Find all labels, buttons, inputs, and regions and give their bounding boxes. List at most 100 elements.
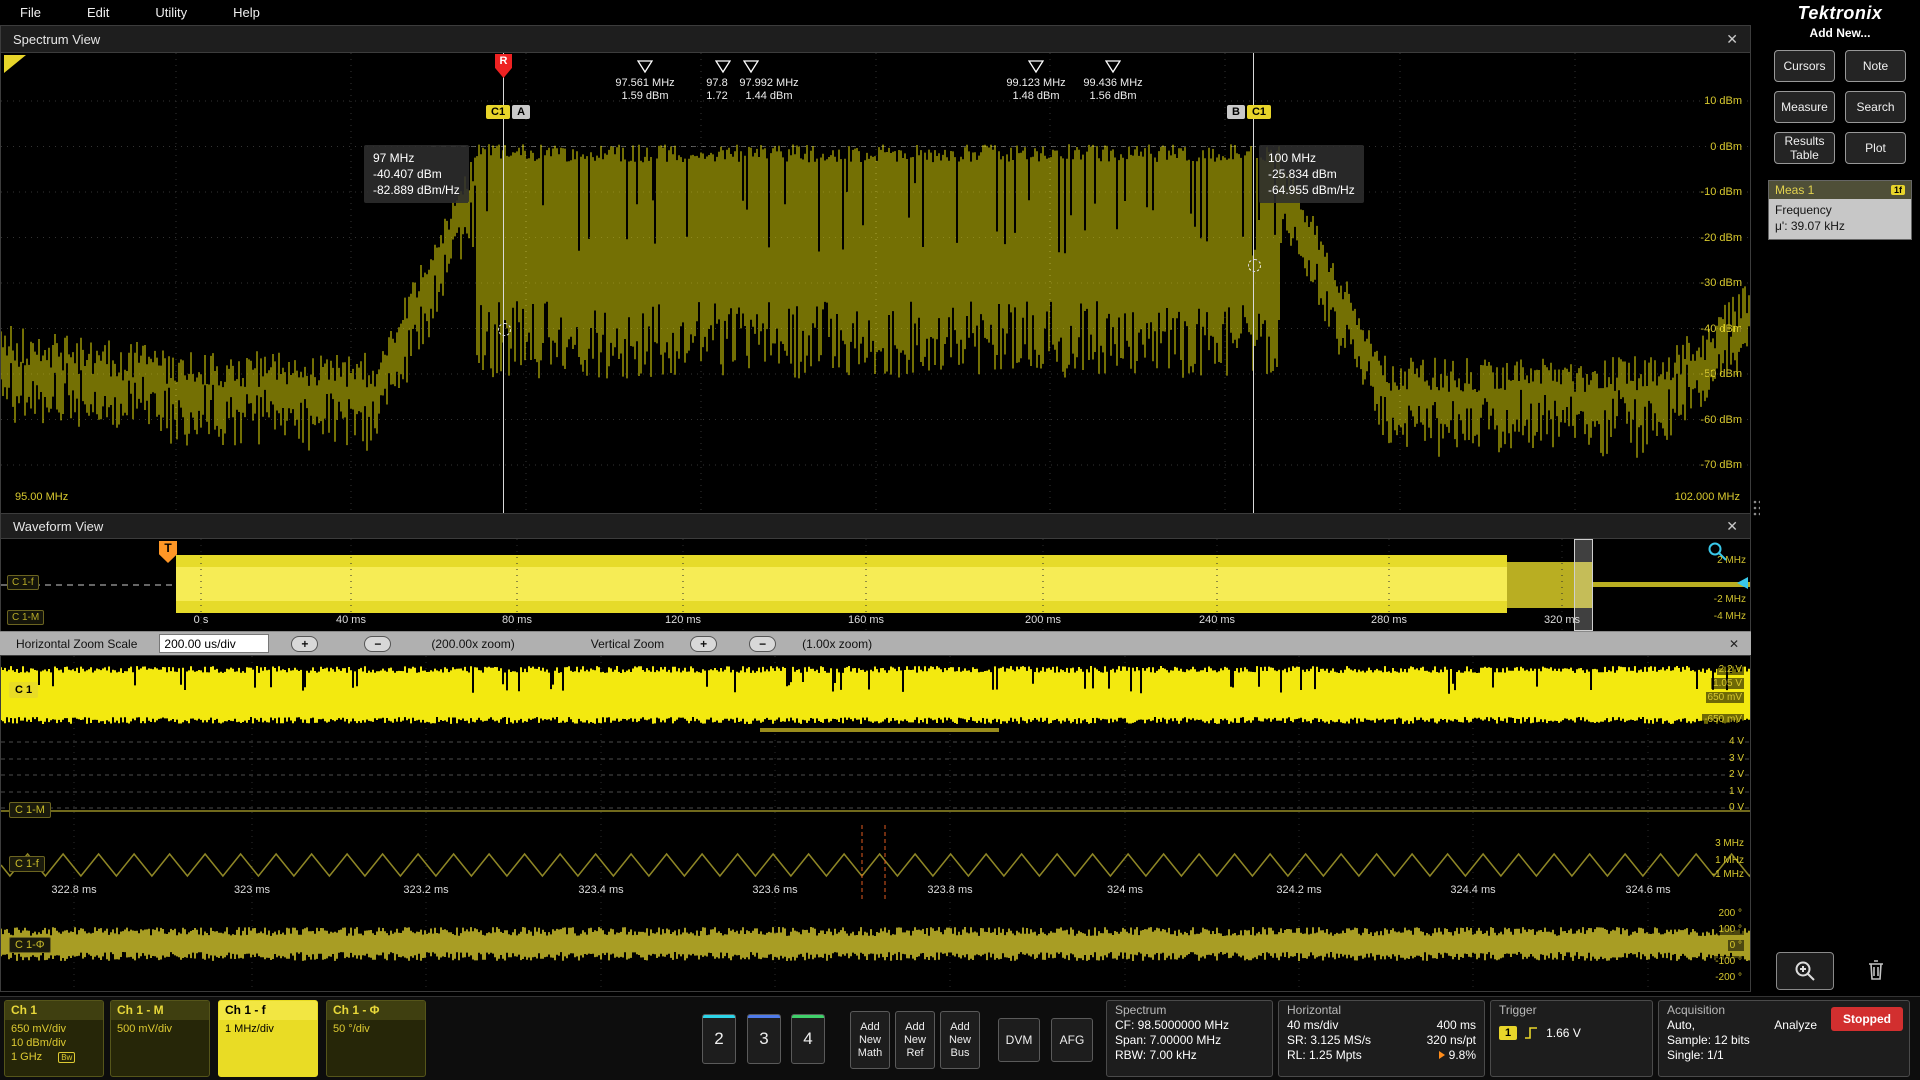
spectrum-view-header: Spectrum View ✕ [1,26,1750,53]
peak-marker-ampl: 1.59 dBm [621,90,668,102]
peak-marker-freq: 99.436 MHz [1083,77,1142,89]
zoom-close-icon[interactable]: ✕ [1729,637,1739,651]
cursor-b-handle[interactable] [1248,259,1261,272]
meas1-title: Meas 1 [1775,183,1814,197]
spectrum-plot: R C1 A B C1 97 MHz -40.407 dBm -82.889 d… [1,53,1750,513]
hzoom-decrease-button[interactable]: − [364,636,391,652]
cursors-button[interactable]: Cursors [1774,50,1835,82]
channel-4-label: 4 [803,1029,812,1049]
cursor-a-source-badge[interactable]: C1 [486,105,510,119]
ch1-f-badge-title: Ch 1 - f [219,1001,317,1020]
c1-scale-label: 1.05 V [1711,678,1744,689]
zoom-c1f-badge[interactable]: C 1-f [9,856,45,872]
cursor-a-handle[interactable] [498,323,511,336]
peak-marker-freq: 97.992 MHz [739,77,798,89]
peak-marker-freq: 97.561 MHz [615,77,674,89]
dvm-button[interactable]: DVM [998,1018,1040,1062]
waveform-view-close-icon[interactable]: ✕ [1726,518,1738,535]
spectrum-cf: CF: 98.5000000 MHz [1115,1018,1264,1033]
horizontal-zoom-scale-input[interactable] [159,634,269,653]
menu-edit[interactable]: Edit [87,5,109,20]
overview-scale-label: 2 MHz [1717,555,1746,566]
hzoom-increase-button[interactable]: + [291,636,318,652]
meas1-body: Frequency μ': 39.07 kHz [1769,199,1911,239]
note-button[interactable]: Note [1845,50,1906,82]
zoom-c1m-badge[interactable]: C 1-M [9,802,51,818]
zoom-time-label: 323.8 ms [927,884,972,896]
ch1-f-badge[interactable]: Ch 1 - f 1 MHz/div [218,1000,318,1077]
freq-scale-label: -1 MHz [1712,869,1744,880]
trigger-source-badge: 1 [1499,1026,1517,1040]
plot-button[interactable]: Plot [1845,132,1906,164]
cursor-a-label-badge[interactable]: A [512,105,530,119]
menu-utility[interactable]: Utility [155,5,187,20]
ch1-vertical-scale: 650 mV/div [11,1022,97,1036]
cursor-a-badges[interactable]: C1 A [486,105,530,119]
zoom-time-label: 323.2 ms [403,884,448,896]
meas1-panel[interactable]: Meas 1 1f Frequency μ': 39.07 kHz [1768,180,1912,240]
horizontal-settings-panel[interactable]: Horizontal 40 ms/div 400 ms SR: 3.125 MS… [1278,1000,1485,1077]
spectrum-y-label: 0 dBm [1710,141,1742,153]
zoom-traces-svg [1,656,1750,991]
cursor-b-line[interactable] [1253,53,1254,513]
spectrum-y-label: 10 dBm [1704,95,1742,107]
spectrum-settings-panel[interactable]: Spectrum CF: 98.5000000 MHz Span: 7.0000… [1106,1000,1273,1077]
spectrum-view-close-icon[interactable]: ✕ [1726,31,1738,48]
spectrum-trace-svg [1,53,1750,513]
overview-time-label: 160 ms [848,614,884,626]
cursor-b-source-badge[interactable]: C1 [1247,105,1271,119]
acquisition-analyze: Analyze [1774,1018,1817,1033]
channel-4-button[interactable]: 4 [791,1014,825,1064]
overview-time-label: 0 s [194,614,209,626]
ch1-phi-badge[interactable]: Ch 1 - Φ 50 °/div [326,1000,426,1077]
measure-button[interactable]: Measure [1774,91,1835,123]
channel-2-label: 2 [714,1029,723,1049]
cursor-a-line[interactable] [503,53,504,513]
ch1-badge[interactable]: Ch 1 650 mV/div 10 dBm/div 1 GHzBw [4,1000,104,1077]
trigger-settings-title: Trigger [1491,1001,1652,1018]
vzoom-decrease-button[interactable]: − [749,636,776,652]
peak-marker-icon[interactable] [1105,60,1121,74]
overview-time-label: 120 ms [665,614,701,626]
utilization-icon [1439,1051,1445,1059]
results-table-button[interactable]: Results Table [1774,132,1835,164]
bandwidth-limit-icon: Bw [58,1052,75,1063]
cursor-a-ampl: -40.407 dBm [373,166,460,182]
cursor-b-label-badge[interactable]: B [1227,105,1245,119]
ch1-m-badge[interactable]: Ch 1 - M 500 mV/div [110,1000,210,1077]
freq-scale-label: 1 MHz [1715,855,1744,866]
zoom-c1-badge[interactable]: C 1 [9,682,38,698]
zoom-mode-button[interactable] [1776,952,1834,990]
menu-help[interactable]: Help [233,5,260,20]
add-new-math-button[interactable]: Add New Math [850,1011,890,1069]
menu-file[interactable]: File [20,5,41,20]
zoom-c1phi-badge[interactable]: C 1-Φ [9,937,51,953]
cursor-b-badges[interactable]: B C1 [1227,105,1271,119]
meas1-type: Frequency [1775,202,1905,218]
add-new-bus-button[interactable]: Add New Bus [940,1011,980,1069]
add-new-label[interactable]: Add New... [1760,26,1920,40]
add-new-ref-line1: Add [905,1021,925,1034]
channel-2-button[interactable]: 2 [702,1014,736,1064]
acquisition-single: Single: 1/1 [1667,1048,1817,1063]
spectrum-rbw: RBW: 7.00 kHz [1115,1048,1264,1063]
afg-button[interactable]: AFG [1051,1018,1093,1062]
vzoom-increase-button[interactable]: + [690,636,717,652]
overview-c1f-handle[interactable]: C 1-f [7,575,39,590]
spectrum-y-label: -10 dBm [1700,186,1742,198]
trigger-settings-panel[interactable]: Trigger 1 1.66 V [1490,1000,1653,1077]
peak-marker-icon[interactable] [637,60,653,74]
cursor-a-readout: 97 MHz -40.407 dBm -82.889 dBm/Hz [364,145,469,203]
horizontal-sample-rate: SR: 3.125 MS/s [1287,1033,1371,1048]
peak-marker-icon[interactable] [715,60,731,74]
peak-marker-icon[interactable] [743,60,759,74]
spectrum-x-end-label: 102.000 MHz [1675,491,1740,503]
peak-marker-icon[interactable] [1028,60,1044,74]
search-button[interactable]: Search [1845,91,1906,123]
zoom-time-label: 323.6 ms [752,884,797,896]
channel-3-button[interactable]: 3 [747,1014,781,1064]
pan-arrow-icon[interactable] [1737,577,1748,589]
overview-c1m-handle[interactable]: C 1-M [7,610,44,625]
trash-button[interactable] [1848,952,1904,988]
add-new-ref-button[interactable]: Add New Ref [895,1011,935,1069]
